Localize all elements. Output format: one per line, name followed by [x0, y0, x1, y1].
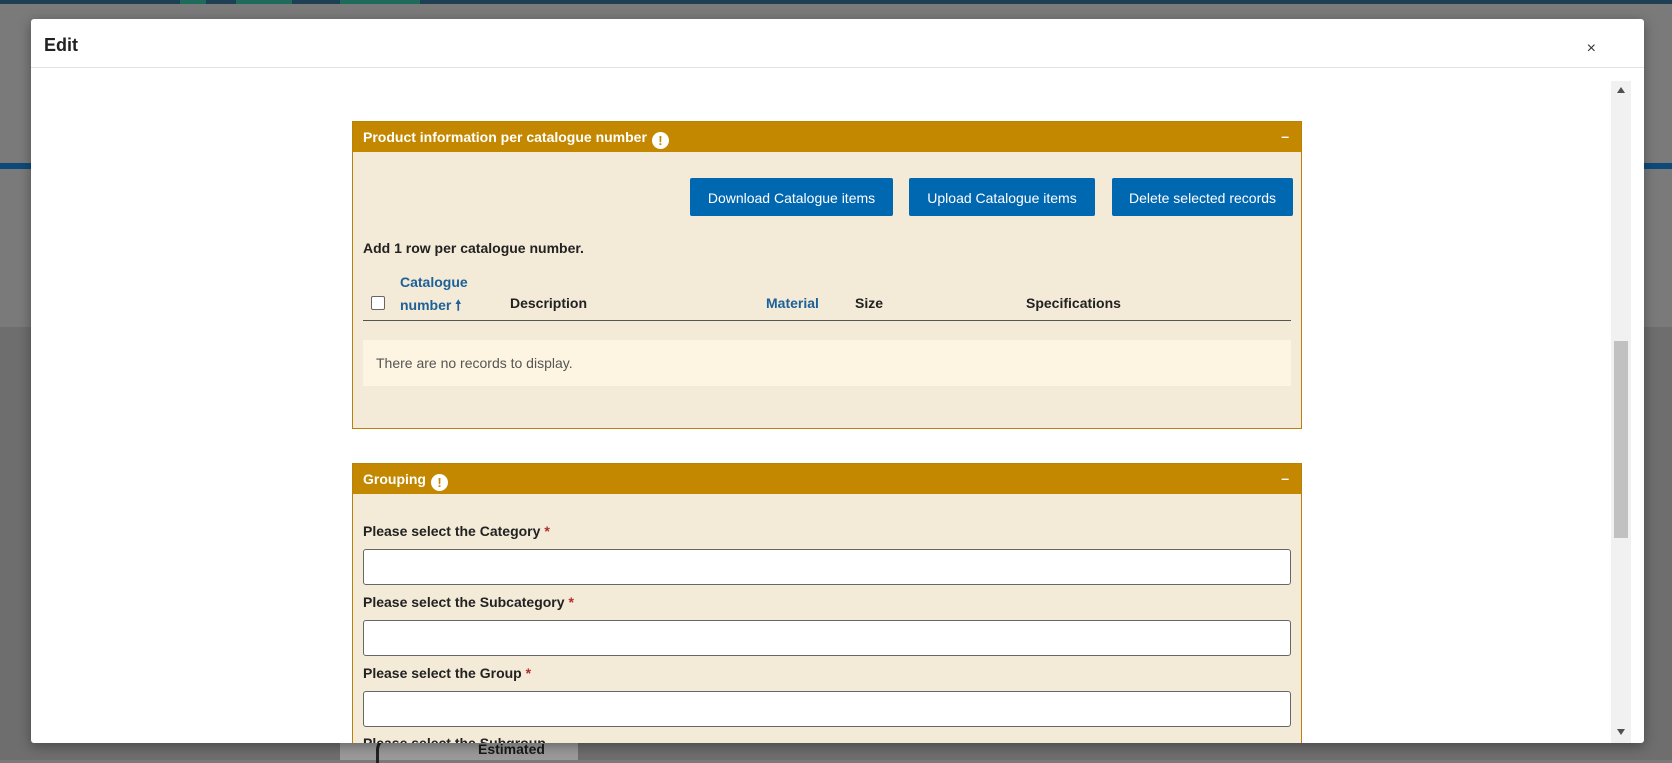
panel-title-text: Product information per catalogue number — [363, 129, 647, 145]
download-catalogue-button[interactable]: Download Catalogue items — [690, 178, 893, 216]
group-label-text: Please select the Group — [363, 665, 522, 681]
background-tab — [236, 0, 292, 4]
required-marker: * — [525, 665, 532, 681]
collapse-icon[interactable]: – — [1281, 128, 1289, 144]
collapse-icon[interactable]: – — [1281, 470, 1289, 486]
category-select[interactable] — [363, 549, 1291, 585]
select-all-checkbox[interactable] — [371, 296, 385, 310]
table-header-divider — [363, 320, 1291, 321]
panel-title: Product information per catalogue number… — [363, 129, 669, 149]
group-select[interactable] — [363, 691, 1291, 727]
background-tab — [180, 0, 206, 4]
subcategory-select[interactable] — [363, 620, 1291, 656]
scroll-up-arrow-icon[interactable] — [1617, 87, 1625, 93]
delete-selected-button[interactable]: Delete selected records — [1112, 178, 1293, 216]
category-label-text: Please select the Category — [363, 523, 541, 539]
sort-ascending-icon: 🠕 — [455, 297, 462, 313]
panel-header[interactable]: Grouping! – — [353, 464, 1301, 494]
column-catalogue-number[interactable]: number 🠕 — [400, 295, 461, 319]
subcategory-label-text: Please select the Subcategory — [363, 594, 565, 610]
panel-header[interactable]: Product information per catalogue number… — [353, 122, 1301, 152]
category-label: Please select the Category * — [363, 523, 550, 539]
modal-body: Product information per catalogue number… — [31, 68, 1611, 743]
panel-title-text: Grouping — [363, 471, 426, 487]
column-size: Size — [855, 295, 884, 311]
product-information-panel: Product information per catalogue number… — [352, 121, 1302, 429]
column-description: Description — [510, 295, 588, 311]
close-icon[interactable]: × — [1587, 41, 1596, 57]
required-marker: * — [568, 594, 574, 610]
panel-title: Grouping! — [363, 471, 448, 491]
modal-scrollbar[interactable] — [1611, 81, 1631, 743]
scroll-thumb[interactable] — [1614, 341, 1628, 538]
grouping-panel: Grouping! – Please select the Category *… — [352, 463, 1302, 743]
column-specifications: Specifications — [1026, 295, 1121, 311]
empty-table-message: There are no records to display. — [363, 340, 1291, 386]
subgroup-label: Please select the Subgroup — [363, 735, 546, 743]
table-hint: Add 1 row per catalogue number. — [363, 240, 584, 256]
group-label: Please select the Group * — [363, 665, 531, 681]
info-icon[interactable]: ! — [431, 474, 448, 491]
modal-header: Edit × — [31, 19, 1644, 68]
column-catalogue-line1[interactable]: Catalogue — [400, 274, 468, 290]
subcategory-label: Please select the Subcategory * — [363, 594, 574, 610]
edit-modal: Edit × Product information per catalogue… — [31, 19, 1644, 743]
scroll-down-arrow-icon[interactable] — [1617, 729, 1625, 735]
background-card-text: Estimated — [478, 741, 545, 757]
required-marker: * — [544, 523, 550, 539]
column-catalogue-line2: number — [400, 297, 452, 313]
background-tab — [340, 0, 420, 4]
upload-catalogue-button[interactable]: Upload Catalogue items — [909, 178, 1095, 216]
modal-title: Edit — [44, 35, 78, 55]
info-icon[interactable]: ! — [651, 132, 669, 149]
column-material[interactable]: Material — [766, 295, 819, 311]
